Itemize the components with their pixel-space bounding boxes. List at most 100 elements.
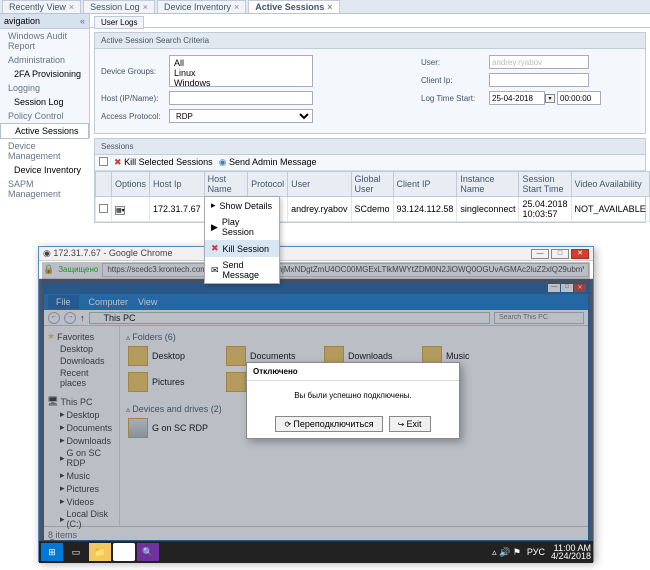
user-input[interactable] (489, 55, 589, 69)
col-options[interactable]: Options (112, 172, 150, 197)
language-indicator[interactable]: РУС (527, 547, 545, 557)
col-instance[interactable]: Instance Name (457, 172, 519, 197)
tab-recent[interactable]: Recently View× (2, 0, 81, 13)
sessions-table: Options Host Ip Host Name Protocol User … (95, 171, 650, 222)
close-icon[interactable]: × (69, 2, 74, 12)
nav-devinv[interactable]: Device Inventory (0, 163, 89, 177)
chrome-taskbar-icon[interactable]: ◉ (113, 543, 135, 561)
nav-item[interactable]: ▸ Downloads (46, 434, 117, 447)
protocol-select[interactable]: RDP (169, 109, 313, 123)
nav-item[interactable]: ▸ G on SC RDP (46, 447, 117, 469)
maximize-button[interactable]: □ (551, 249, 569, 259)
maximize-button[interactable]: □ (561, 284, 573, 292)
nav-2fa[interactable]: 2FA Provisioning (0, 67, 89, 81)
nav-admin[interactable]: Administration (0, 53, 89, 67)
close-icon[interactable]: × (143, 2, 148, 12)
devgroups-select[interactable]: AllLinuxWindows (169, 55, 313, 87)
clientip-input[interactable] (489, 73, 589, 87)
file-menu[interactable]: File (48, 295, 79, 309)
nav-sapm[interactable]: SAPM Management (0, 177, 89, 201)
explorer-titlebar: —□✕ (44, 284, 588, 294)
nav-downloads[interactable]: Downloads (46, 355, 117, 367)
nav-item[interactable]: ▸ Local Disk (C:) (46, 508, 117, 530)
folder-item[interactable]: Pictures (126, 370, 222, 394)
col-starttime[interactable]: Session Start Time (519, 172, 571, 197)
sessions-header: Sessions (95, 139, 645, 155)
reconnect-button[interactable]: ⟳ Переподключиться (275, 416, 382, 432)
collapse-icon[interactable]: « (80, 16, 85, 26)
date-input[interactable] (489, 91, 545, 105)
close-button[interactable]: ✕ (571, 249, 589, 259)
minimize-button[interactable]: — (531, 249, 549, 259)
up-button[interactable]: ↑ (80, 313, 85, 323)
exit-button[interactable]: ↪ Exit (389, 416, 431, 432)
start-button[interactable]: ⊞ (41, 543, 63, 561)
col-protocol[interactable]: Protocol (248, 172, 288, 197)
address-bar[interactable]: This PC (89, 312, 491, 324)
main-panel: User Logs Active Session Search Criteria… (90, 14, 650, 238)
host-input[interactable] (169, 91, 313, 105)
col-hostname[interactable]: Host Name (204, 172, 248, 197)
nav-thispc[interactable]: 🖥This PC (46, 395, 117, 408)
col-clientip[interactable]: Client IP (393, 172, 457, 197)
nav-policy[interactable]: Policy Control (0, 109, 89, 123)
nav-item[interactable]: ▸ Videos (46, 495, 117, 508)
view-tab[interactable]: View (138, 297, 157, 307)
nav-item[interactable]: ▸ Pictures (46, 482, 117, 495)
taskview-button[interactable]: ▭ (65, 543, 87, 561)
col-user[interactable]: User (288, 172, 351, 197)
kill-selected-button[interactable]: ✖ Kill Selected Sessions (114, 157, 213, 168)
explorer-taskbar-icon[interactable]: 📁 (89, 543, 111, 561)
explorer-ribbon: File Computer View (44, 294, 588, 310)
nav-desktop[interactable]: Desktop (46, 343, 117, 355)
time-input[interactable] (557, 91, 601, 105)
chrome-titlebar: ◉ 172.31.7.67 - Google Chrome —□✕ (39, 247, 593, 261)
url-input[interactable] (102, 263, 589, 277)
drive-item[interactable]: G on SC RDP (126, 416, 222, 440)
close-icon[interactable]: × (327, 2, 332, 12)
calendar-icon[interactable]: ▾ (545, 94, 555, 103)
forward-button[interactable]: → (64, 312, 76, 324)
nav-item[interactable]: ▸ Desktop (46, 408, 117, 421)
nav-recent[interactable]: Recent places (46, 367, 117, 389)
table-row[interactable]: ▦▾ 172.31.7.67 Windows Server RDP andrey… (96, 197, 650, 222)
clock[interactable]: 11:00 AM4/24/2018 (551, 544, 591, 560)
col-video[interactable]: Video Availability (571, 172, 649, 197)
col-globaluser[interactable]: Global User (351, 172, 393, 197)
tab-device-inventory[interactable]: Device Inventory× (157, 0, 246, 13)
nav-item[interactable]: ▸ Documents (46, 421, 117, 434)
back-button[interactable]: ← (48, 312, 60, 324)
row-checkbox[interactable] (99, 204, 108, 213)
close-icon[interactable]: × (234, 2, 239, 12)
search-input[interactable] (494, 312, 584, 324)
select-all-checkbox[interactable] (99, 157, 108, 166)
chrome-urlbar: 🔒 Защищено (39, 261, 593, 279)
nav-audit[interactable]: Windows Audit Report (0, 29, 89, 53)
ctx-play-session[interactable]: ▶Play Session (205, 214, 279, 240)
folder-item[interactable]: Desktop (126, 344, 222, 368)
options-dropdown[interactable]: ▦▾ (115, 206, 125, 215)
col-hostip[interactable]: Host Ip (150, 172, 205, 197)
tray-icons[interactable]: ▵ 🔊 ⚑ (492, 547, 521, 558)
tab-session-log[interactable]: Session Log× (83, 0, 155, 13)
nav-sesslog[interactable]: Session Log (0, 95, 89, 109)
subtab-userlogs[interactable]: User Logs (94, 16, 144, 29)
nav-active-sessions[interactable]: Active Sessions (0, 123, 89, 139)
ctx-show-details[interactable]: ▸Show Details (205, 197, 279, 214)
nav-item[interactable]: ▸ Music (46, 469, 117, 482)
info-icon: ▸ (211, 200, 216, 211)
close-button[interactable]: ✕ (574, 284, 586, 292)
ctx-send-message[interactable]: ✉Send Message (205, 257, 279, 283)
nav-logging[interactable]: Logging (0, 81, 89, 95)
send-admin-msg-button[interactable]: ◉ Send Admin Message (219, 157, 317, 168)
minimize-button[interactable]: — (548, 284, 560, 292)
explorer-location-bar: ← → ↑ This PC (44, 310, 588, 326)
search-taskbar-icon[interactable]: 🔍 (137, 543, 159, 561)
nav-favorites[interactable]: ★Favorites (46, 330, 117, 343)
computer-tab[interactable]: Computer (89, 297, 129, 307)
sidebar-header: avigation« (0, 14, 89, 29)
ctx-kill-session[interactable]: ✖Kill Session (205, 240, 279, 257)
nav-devmgmt[interactable]: Device Management (0, 139, 89, 163)
folders-header[interactable]: ▵ Folders (6) (126, 332, 582, 342)
tab-active-sessions[interactable]: Active Sessions× (248, 0, 339, 13)
